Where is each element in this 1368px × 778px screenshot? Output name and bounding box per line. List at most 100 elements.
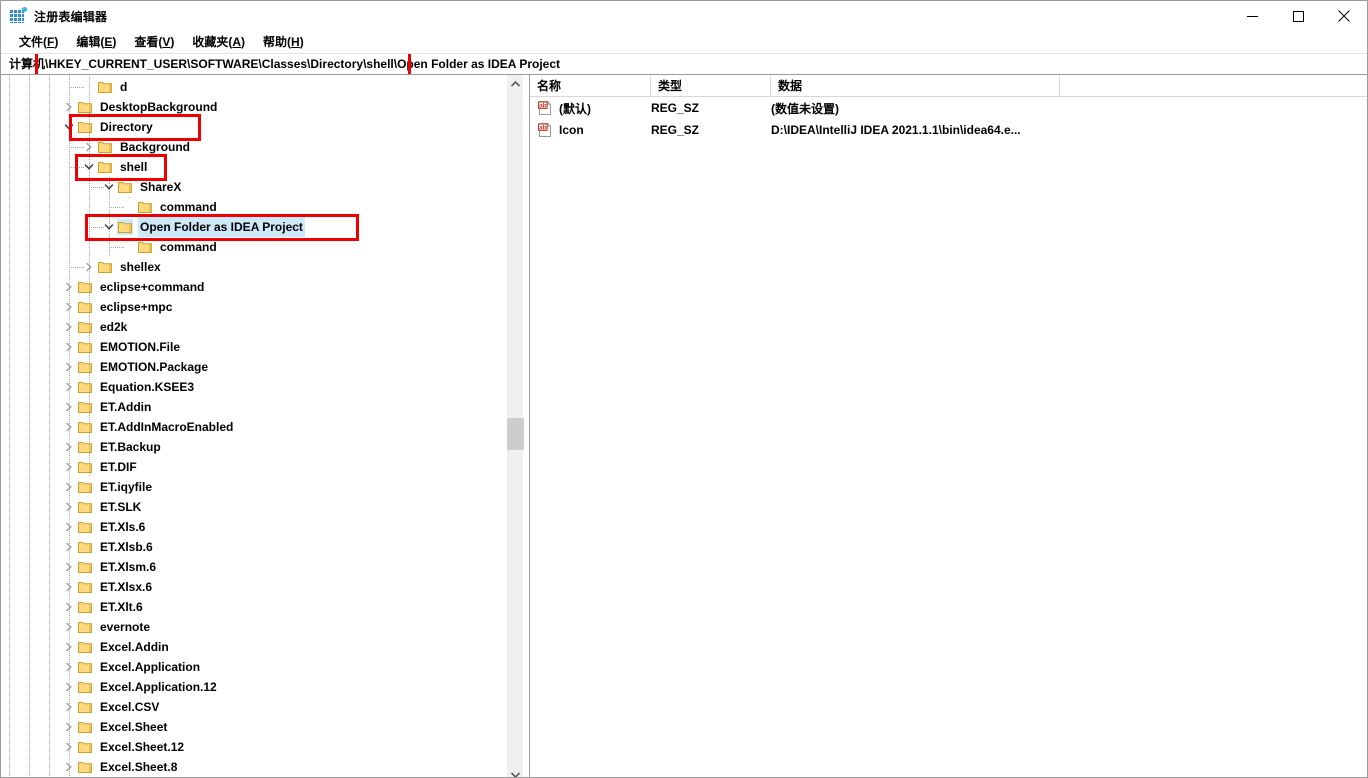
chevron-right-icon[interactable] (61, 337, 77, 357)
value-name: (默认) (559, 101, 591, 116)
tree-node[interactable]: Excel.Addin (1, 637, 506, 657)
tree-node[interactable]: Excel.Sheet.12 (1, 737, 506, 757)
tree-node[interactable]: Directory (1, 117, 506, 137)
chevron-down-icon[interactable] (101, 217, 117, 237)
tree-node[interactable]: ET.Xlsb.6 (1, 537, 506, 557)
scroll-up-icon[interactable] (507, 75, 524, 92)
folder-icon (77, 739, 93, 755)
chevron-down-icon[interactable] (61, 117, 77, 137)
menu-help-text: 帮助( (263, 35, 292, 49)
chevron-right-icon[interactable] (61, 677, 77, 697)
chevron-right-icon[interactable] (61, 317, 77, 337)
chevron-right-icon[interactable] (61, 277, 77, 297)
tree-node[interactable]: ShareX (1, 177, 506, 197)
chevron-right-icon[interactable] (61, 717, 77, 737)
chevron-right-icon[interactable] (61, 357, 77, 377)
tree-node[interactable]: Excel.Application (1, 657, 506, 677)
tree-node-label: Excel.CSV (100, 700, 160, 714)
tree-node[interactable]: Excel.CSV (1, 697, 506, 717)
chevron-down-icon[interactable] (81, 157, 97, 177)
chevron-right-icon[interactable] (61, 457, 77, 477)
tree-node[interactable]: ET.AddInMacroEnabled (1, 417, 506, 437)
values-list: ab (默认) REG_SZ (数值未设置) ab Icon REG_SZ D:\IDEA\I… (530, 97, 1367, 141)
pane-divider[interactable] (524, 75, 529, 777)
tree-node[interactable]: command (1, 237, 506, 257)
close-button[interactable] (1321, 1, 1367, 31)
chevron-right-icon[interactable] (61, 377, 77, 397)
tree-node[interactable]: ET.Xlt.6 (1, 597, 506, 617)
tree-node-selected[interactable]: Open Folder as IDEA Project (1, 217, 506, 237)
chevron-right-icon[interactable] (61, 737, 77, 757)
chevron-down-icon[interactable] (101, 177, 117, 197)
chevron-right-icon[interactable] (61, 437, 77, 457)
tree-node[interactable]: d (1, 77, 506, 97)
chevron-right-icon[interactable] (61, 657, 77, 677)
chevron-right-icon[interactable] (81, 257, 97, 277)
tree-node[interactable]: Equation.KSEE3 (1, 377, 506, 397)
tree-node[interactable]: ET.SLK (1, 497, 506, 517)
menu-file[interactable]: 文件(F) (10, 31, 67, 53)
chevron-right-icon[interactable] (61, 597, 77, 617)
minimize-button[interactable] (1229, 1, 1275, 31)
menu-favorites[interactable]: 收藏夹(A) (183, 31, 254, 53)
menu-help[interactable]: 帮助(H) (254, 31, 313, 53)
tree-node[interactable]: ET.Xlsx.6 (1, 577, 506, 597)
menu-view[interactable]: 查看(V) (125, 31, 183, 53)
tree-node[interactable]: ET.Addin (1, 397, 506, 417)
chevron-right-icon[interactable] (61, 577, 77, 597)
value-row[interactable]: ab (默认) REG_SZ (数值未设置) (530, 97, 1367, 119)
tree-node[interactable]: ed2k (1, 317, 506, 337)
column-header-name[interactable]: 名称 (530, 75, 651, 96)
tree-node-label: command (160, 240, 217, 254)
tree-node[interactable]: shellex (1, 257, 506, 277)
value-row[interactable]: ab Icon REG_SZ D:\IDEA\IntelliJ IDEA 2021.1… (530, 119, 1367, 141)
chevron-right-icon[interactable] (61, 637, 77, 657)
tree-node[interactable]: eclipse+command (1, 277, 506, 297)
tree-node[interactable]: Excel.Sheet (1, 717, 506, 737)
tree-node[interactable]: Excel.Sheet.8 (1, 757, 506, 777)
chevron-right-icon[interactable] (61, 297, 77, 317)
scrollbar-thumb[interactable] (507, 418, 524, 450)
chevron-right-icon[interactable] (61, 417, 77, 437)
chevron-right-icon[interactable] (61, 517, 77, 537)
address-bar[interactable]: 计算机\HKEY_CURRENT_USER\SOFTWARE\Classes\D… (1, 53, 1367, 75)
registry-tree[interactable]: d DesktopBackground Directory Background she… (1, 75, 506, 777)
folder-icon (137, 239, 153, 255)
tree-node[interactable]: command (1, 197, 506, 217)
tree-node[interactable]: EMOTION.File (1, 337, 506, 357)
tree-node[interactable]: eclipse+mpc (1, 297, 506, 317)
chevron-right-icon[interactable] (61, 697, 77, 717)
tree-node[interactable]: shell (1, 157, 506, 177)
chevron-right-icon[interactable] (61, 757, 77, 777)
title-bar-left: 注册表编辑器 (1, 7, 107, 25)
column-header-data[interactable]: 数据 (771, 75, 1060, 96)
maximize-button[interactable] (1275, 1, 1321, 31)
folder-icon (77, 759, 93, 775)
column-header-type[interactable]: 类型 (651, 75, 771, 96)
tree-node[interactable]: ET.DIF (1, 457, 506, 477)
chevron-right-icon[interactable] (61, 97, 77, 117)
tree-node[interactable]: ET.Backup (1, 437, 506, 457)
column-header-filler (1060, 75, 1367, 96)
chevron-right-icon[interactable] (61, 537, 77, 557)
tree-node[interactable]: Excel.Application.12 (1, 677, 506, 697)
folder-icon (77, 699, 93, 715)
tree-node[interactable]: ET.Xlsm.6 (1, 557, 506, 577)
tree-node[interactable]: EMOTION.Package (1, 357, 506, 377)
tree-node[interactable]: DesktopBackground (1, 97, 506, 117)
scroll-down-icon[interactable] (507, 766, 524, 777)
tree-node[interactable]: ET.Xls.6 (1, 517, 506, 537)
tree-node[interactable]: evernote (1, 617, 506, 637)
chevron-right-icon[interactable] (81, 137, 97, 157)
chevron-right-icon[interactable] (61, 557, 77, 577)
menu-edit[interactable]: 编辑(E) (67, 31, 125, 53)
value-name: Icon (559, 123, 584, 137)
chevron-right-icon[interactable] (61, 397, 77, 417)
chevron-right-icon[interactable] (61, 617, 77, 637)
tree-node[interactable]: Background (1, 137, 506, 157)
chevron-right-icon[interactable] (61, 477, 77, 497)
tree-vertical-scrollbar[interactable] (506, 75, 524, 777)
tree-node[interactable]: ET.iqyfile (1, 477, 506, 497)
chevron-right-icon[interactable] (61, 497, 77, 517)
menu-file-tail: ) (54, 35, 59, 49)
